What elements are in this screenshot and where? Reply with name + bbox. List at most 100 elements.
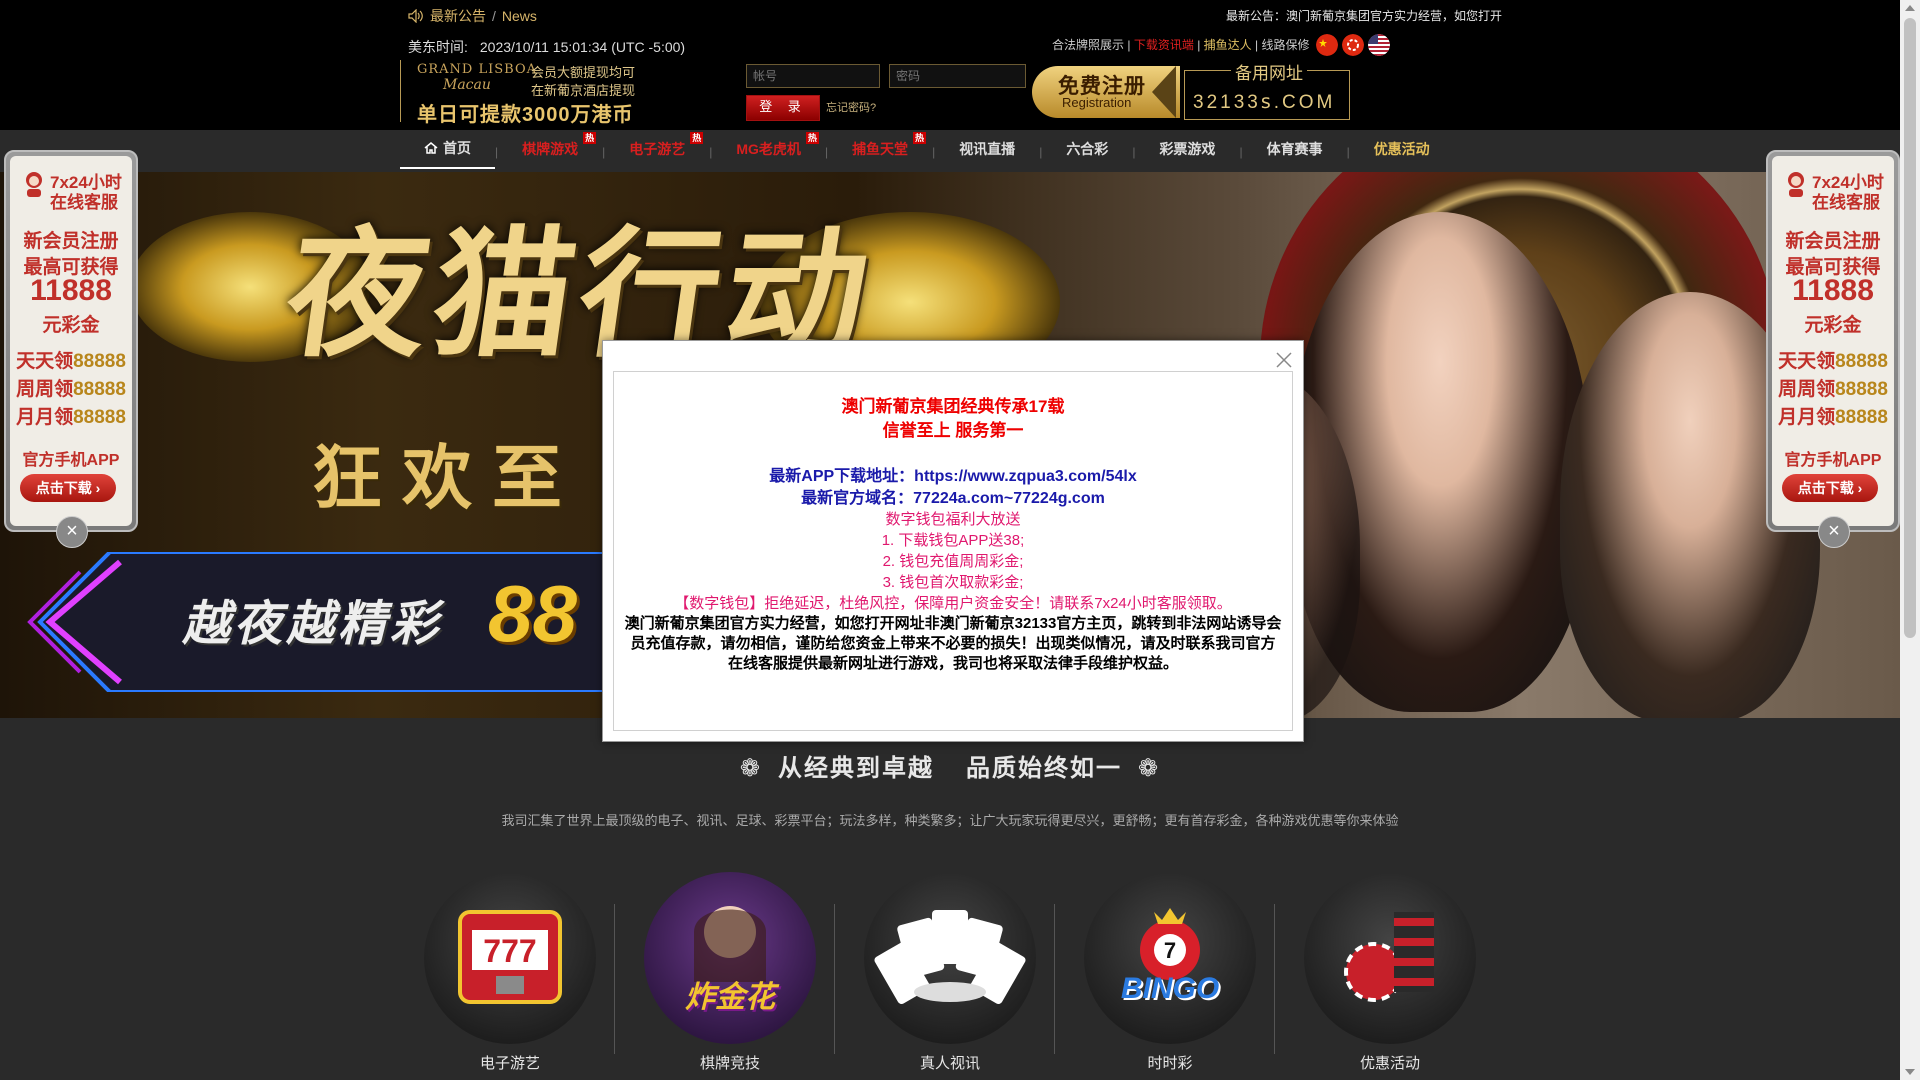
modal-wallet-1: 1. 下载钱包APP送38; [881, 532, 1025, 549]
nav-chess-games[interactable]: 棋牌游戏热 [498, 132, 602, 168]
float-weekly-label: 周周领 [1778, 379, 1836, 400]
dice-icon: ❁ [739, 755, 762, 782]
alt-url-value: 32133ꜱ.COM [1193, 92, 1336, 113]
game-label: 电子游艺 [479, 1055, 540, 1072]
logo-slogan-1: 会员大额提现均可 [531, 65, 636, 80]
nav-label: 捕鱼天堂 [852, 141, 909, 157]
zhajinhua-icon: 炸金花 [644, 872, 816, 1044]
main-nav: 首页 | 棋牌游戏热 | 电子游艺热 | MG老虎机热 | 捕鱼天堂热 | 视讯… [400, 132, 1454, 169]
forgot-password-link[interactable]: 忘记密码? [826, 99, 876, 115]
nav-mark-six[interactable]: 六合彩 [1042, 136, 1132, 168]
close-icon[interactable] [1275, 351, 1293, 369]
right-float-close-button[interactable]: × [1818, 516, 1850, 548]
float-line-1: 新会员注册 [23, 231, 119, 252]
page-scrollbar[interactable] [1900, 0, 1920, 1080]
cs-label: 在线客服 [1812, 193, 1880, 212]
float-line-4: 元彩金 [1804, 315, 1862, 336]
hot-badge: 热 [583, 132, 597, 144]
dice-icon: ❁ [1138, 755, 1161, 782]
game-chess-cards[interactable]: 炸金花 棋牌竞技 [642, 872, 818, 1073]
nav-label: MG老虎机 [736, 141, 801, 157]
license-link[interactable]: 合法牌照展示 [1052, 38, 1124, 52]
login-button[interactable]: 登 录 [746, 95, 820, 121]
svg-text:777: 777 [483, 933, 536, 969]
announcement-ticker[interactable]: 最新公告：澳门新葡京集团官方实力经营，如您打开 [1226, 7, 1502, 24]
bingo-logo: BINGO [1120, 972, 1220, 1005]
game-live-casino[interactable]: 真人视讯 [862, 872, 1038, 1073]
modal-domain[interactable]: 最新官方域名：77224a.com~77224g.com [614, 484, 1292, 508]
modal-warning-paragraph: 澳门新葡京集团官方实力经营，如您打开网址非澳门新葡京32133官方主页，跳转到非… [624, 615, 1282, 672]
float-download-button[interactable]: 点击下载 › [1782, 474, 1878, 502]
float-weekly-amount: 88888 [73, 379, 126, 400]
alt-url-box[interactable]: 备用网址 32133ꜱ.COM [1184, 59, 1350, 120]
nav-home-label: 首页 [443, 140, 471, 156]
game-lottery[interactable]: 7 BINGO 时时彩 [1082, 872, 1258, 1073]
left-service-float[interactable]: 7x24小时 在线客服 新会员注册 最高可获得 11888 元彩金 天天领888… [4, 150, 138, 532]
nav-slots[interactable]: 电子游艺热 [605, 132, 709, 168]
float-weekly: 周周领88888 [10, 374, 132, 401]
logo-brand-sub: Macau [443, 77, 491, 93]
float-line-1: 新会员注册 [1785, 231, 1881, 252]
playing-cards-icon [864, 872, 1036, 1044]
news-en: News [501, 8, 537, 24]
divider [614, 904, 615, 1054]
line-maintenance-link[interactable]: 线路保修 [1261, 38, 1309, 52]
bingo-ball-icon: 7 BINGO [1084, 872, 1256, 1044]
download-client-link[interactable]: 下载资讯端 [1134, 38, 1194, 52]
left-float-close-button[interactable]: × [56, 516, 88, 548]
modal-app-link[interactable]: 最新APP下载地址：https://www.zqpua3.com/54lx [614, 462, 1292, 486]
neon-slogan: 越夜越精彩 [182, 598, 443, 651]
right-service-float[interactable]: 7x24小时 在线客服 新会员注册 最高可获得 11888 元彩金 天天领888… [1766, 150, 1900, 532]
account-input[interactable] [746, 64, 880, 88]
fish-master-link[interactable]: 捕鱼达人 [1204, 38, 1252, 52]
us-flag-icon[interactable] [1368, 34, 1390, 56]
float-monthly: 月月领88888 [1772, 402, 1894, 429]
nav-fishing[interactable]: 捕鱼天堂热 [828, 132, 932, 168]
scroll-thumb[interactable] [1904, 18, 1916, 638]
modal-wallet-3: 3. 钱包首次取款彩金; [882, 574, 1024, 591]
float-bonus-amount: 11888 [1792, 274, 1874, 307]
scroll-up-icon[interactable] [1905, 5, 1915, 11]
password-input[interactable] [889, 64, 1026, 88]
hot-badge: 热 [913, 132, 927, 144]
float-panel: 7x24小时 在线客服 新会员注册 最高可获得 11888 元彩金 天天领888… [10, 156, 132, 526]
cs-label: 在线客服 [50, 193, 118, 212]
nav-promotions[interactable]: 优惠活动 [1350, 136, 1454, 168]
divider [834, 904, 835, 1054]
nav-mg-slots[interactable]: MG老虎机热 [712, 132, 825, 168]
hot-badge: 热 [805, 132, 819, 144]
logo-brand: GRAND LISBOA [417, 62, 538, 77]
hk-flag-icon[interactable] [1342, 34, 1364, 56]
float-app-label: 官方手机APP [1784, 452, 1882, 469]
float-app-label: 官方手机APP [22, 452, 120, 469]
news-label: 最新公告 [430, 8, 486, 24]
link-sep: | [1255, 38, 1259, 52]
section-title: ❁ 从经典到卓越 品质始终如一 ❁ [0, 748, 1900, 783]
float-monthly-amount: 88888 [73, 407, 126, 428]
scroll-down-icon[interactable] [1905, 1069, 1915, 1075]
nav-live-casino[interactable]: 视讯直播 [935, 136, 1039, 168]
hot-badge: 热 [690, 132, 704, 144]
float-weekly-label: 周周领 [16, 379, 74, 400]
game-slots[interactable]: 777 电子游艺 [422, 872, 598, 1073]
modal-wallet-title: 数字钱包福利大放送 [885, 511, 1021, 528]
customer-service-icon [1788, 172, 1804, 197]
logo-slogan-3: 单日可提款3000万港币 [417, 104, 634, 126]
zhajinhua-logo: 炸金花 [685, 981, 775, 1014]
float-download-button[interactable]: 点击下载 › [20, 474, 116, 502]
time-label: 美东时间: [408, 39, 468, 55]
register-arrow-icon [1152, 66, 1176, 118]
nav-lottery[interactable]: 彩票游戏 [1135, 136, 1239, 168]
cn-flag-icon[interactable] [1316, 34, 1338, 56]
site-logo[interactable]: GRAND LISBOA Macau 会员大额提现均可 在新葡京酒店提现 单日可… [400, 60, 649, 126]
announcement-modal: 澳门新葡京集团经典传承17载 信誉至上 服务第一 最新APP下载地址：https… [602, 340, 1304, 742]
game-promotions[interactable]: 优惠活动 [1302, 872, 1478, 1073]
news-label-group[interactable]: 最新公告 / News [408, 6, 537, 26]
modal-title-2: 信誉至上 服务第一 [882, 421, 1024, 440]
float-daily: 天天领88888 [1772, 346, 1894, 373]
customer-service-icon [26, 172, 42, 197]
nav-sports[interactable]: 体育赛事 [1243, 136, 1347, 168]
casino-chips-icon [1304, 872, 1476, 1044]
float-daily-label: 天天领 [1778, 351, 1836, 372]
nav-home[interactable]: 首页 [400, 135, 495, 169]
